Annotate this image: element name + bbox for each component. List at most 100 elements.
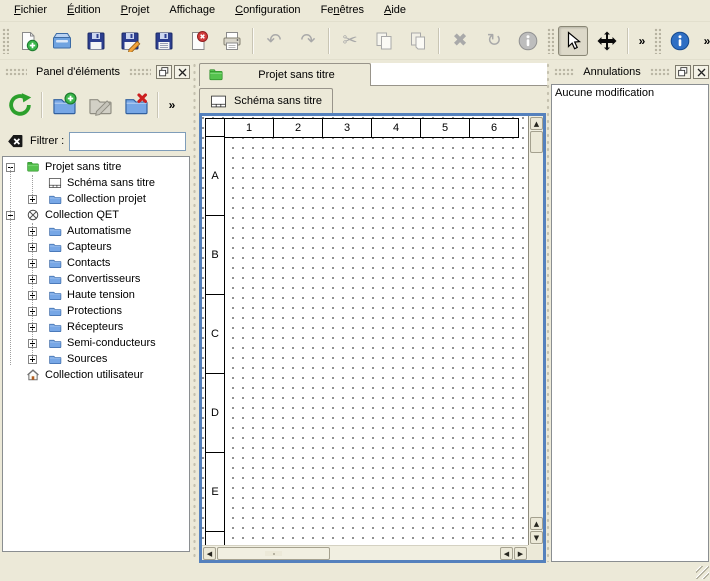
print-button[interactable] (217, 26, 247, 56)
save-button[interactable] (81, 26, 111, 56)
dock-grip[interactable] (554, 68, 574, 76)
scroll-up-icon[interactable]: ▲ (530, 517, 543, 530)
horizontal-scroll-thumb[interactable] (217, 547, 330, 560)
menu-projet[interactable]: Projet (111, 1, 160, 20)
info-gray-button[interactable] (513, 26, 543, 56)
tree-item-haute-tension[interactable]: Haute tension (3, 287, 189, 303)
column-ruler: 123456 (205, 118, 519, 138)
folder-icon (48, 336, 62, 350)
close-panel-button[interactable] (693, 65, 709, 79)
tab-project[interactable]: Projet sans titre (199, 63, 371, 86)
folder-delete-button[interactable] (120, 89, 152, 121)
tree-item-collection-projet[interactable]: Collection projet (3, 191, 189, 207)
main-toolbar-row: ↶ ↷ ✂ ✖ ↻ » » (0, 23, 710, 60)
vertical-scrollbar[interactable]: ▲ ▲ ▼ (528, 116, 543, 545)
undo-panel-title: Annulations (577, 66, 647, 78)
info-gray-icon (517, 30, 539, 52)
info-button[interactable] (665, 26, 695, 56)
folder-new-icon (51, 92, 77, 118)
tree-item-label: Semi-conducteurs (67, 337, 156, 349)
folder-icon (48, 240, 62, 254)
menu-aide[interactable]: Aide (374, 1, 416, 20)
diagram-canvas[interactable]: 123456 ABCDE (202, 116, 528, 545)
toolbar-separator (438, 28, 440, 54)
elements-tree: Projet sans titreSchéma sans titreCollec… (2, 156, 190, 552)
rotate-icon: ↻ (486, 32, 501, 50)
undo-icon: ↶ (266, 32, 281, 50)
horizontal-scrollbar[interactable]: ◀ ◀ ▶ (202, 545, 528, 560)
tree-item-label: Automatisme (67, 225, 131, 237)
toolbar-extension-button[interactable]: » (633, 28, 651, 54)
elements-panel-title: Panel d'éléments (30, 66, 126, 78)
toolbar-extension-button[interactable]: » (163, 92, 181, 118)
tree-item-semi-conducteurs[interactable]: Semi-conducteurs (3, 335, 189, 351)
row-ruler: ABCDE (205, 137, 225, 545)
tree-item-schéma-sans-titre[interactable]: Schéma sans titre (3, 175, 189, 191)
project-tab-bar: Projet sans titre (199, 62, 547, 86)
tree-item-récepteurs[interactable]: Récepteurs (3, 319, 189, 335)
undo-panel-titlebar[interactable]: Annulations (551, 62, 709, 82)
copy-button[interactable] (369, 26, 399, 56)
scroll-left-icon[interactable]: ◀ (203, 547, 216, 560)
float-panel-button[interactable] (156, 65, 172, 79)
tree-item-projet-sans-titre[interactable]: Projet sans titre (3, 159, 189, 175)
scroll-up-icon[interactable]: ▲ (530, 117, 543, 130)
close-document-button[interactable] (183, 26, 213, 56)
rotate-button[interactable]: ↻ (479, 26, 509, 56)
tree-item-contacts[interactable]: Contacts (3, 255, 189, 271)
column-header: 1 (224, 118, 274, 138)
row-header: B (205, 215, 225, 295)
toolbar-handle[interactable] (654, 28, 661, 54)
folder-edit-button[interactable] (84, 89, 116, 121)
resize-grip-icon[interactable] (696, 566, 709, 579)
new-document-button[interactable] (13, 26, 43, 56)
save-all-button[interactable] (149, 26, 179, 56)
tree-item-collection-qet[interactable]: Collection QET (3, 207, 189, 223)
scroll-left-icon[interactable]: ◀ (500, 547, 513, 560)
tree-item-protections[interactable]: Protections (3, 303, 189, 319)
paste-button[interactable] (403, 26, 433, 56)
tree-item-collection-utilisateur[interactable]: Collection utilisateur (3, 367, 189, 383)
redo-button[interactable]: ↷ (293, 26, 323, 56)
dock-grip[interactable] (129, 68, 151, 76)
menu-configuration[interactable]: Configuration (225, 1, 310, 20)
refresh-button[interactable] (4, 89, 36, 121)
move-button[interactable] (592, 26, 622, 56)
tree-guide-line (32, 223, 33, 359)
tree-item-automatisme[interactable]: Automatisme (3, 223, 189, 239)
dock-grip[interactable] (650, 68, 670, 76)
left-splitter-handle[interactable] (191, 62, 198, 560)
tree-item-convertisseurs[interactable]: Convertisseurs (3, 271, 189, 287)
open-project-button[interactable] (47, 26, 77, 56)
toolbar-handle[interactable] (547, 28, 554, 54)
save-as-button[interactable] (115, 26, 145, 56)
menu-fenêtres[interactable]: Fenêtres (311, 1, 374, 20)
tree-item-capteurs[interactable]: Capteurs (3, 239, 189, 255)
filter-input[interactable] (69, 132, 186, 151)
elements-panel-titlebar[interactable]: Panel d'éléments (2, 62, 190, 82)
folder-icon (48, 224, 62, 238)
dock-grip[interactable] (5, 68, 27, 76)
menu-édition[interactable]: Édition (57, 1, 111, 20)
cut-button[interactable]: ✂ (335, 26, 365, 56)
vertical-scroll-thumb[interactable] (530, 131, 543, 153)
menu-fichier[interactable]: Fichier (4, 1, 57, 20)
toolbar-extension-button[interactable]: » (698, 28, 710, 54)
undo-button[interactable]: ↶ (259, 26, 289, 56)
clear-filter-icon[interactable] (6, 132, 25, 151)
toolbar-handle[interactable] (2, 28, 9, 54)
undo-list-item[interactable]: Aucune modification (555, 86, 705, 102)
folder-new-button[interactable] (48, 89, 80, 121)
toolbar-separator (328, 28, 330, 54)
scroll-right-icon[interactable]: ▶ (514, 547, 527, 560)
select-arrow-button[interactable] (558, 26, 588, 56)
scroll-down-icon[interactable]: ▼ (530, 531, 543, 544)
close-panel-button[interactable] (174, 65, 190, 79)
delete-button[interactable]: ✖ (445, 26, 475, 56)
tree-item-sources[interactable]: Sources (3, 351, 189, 367)
tree-item-label: Capteurs (67, 241, 112, 253)
tab-schema[interactable]: Schéma sans titre (199, 88, 333, 113)
undo-history-list[interactable]: Aucune modification (551, 84, 709, 562)
menu-affichage[interactable]: Affichage (159, 1, 225, 20)
float-panel-button[interactable] (675, 65, 691, 79)
